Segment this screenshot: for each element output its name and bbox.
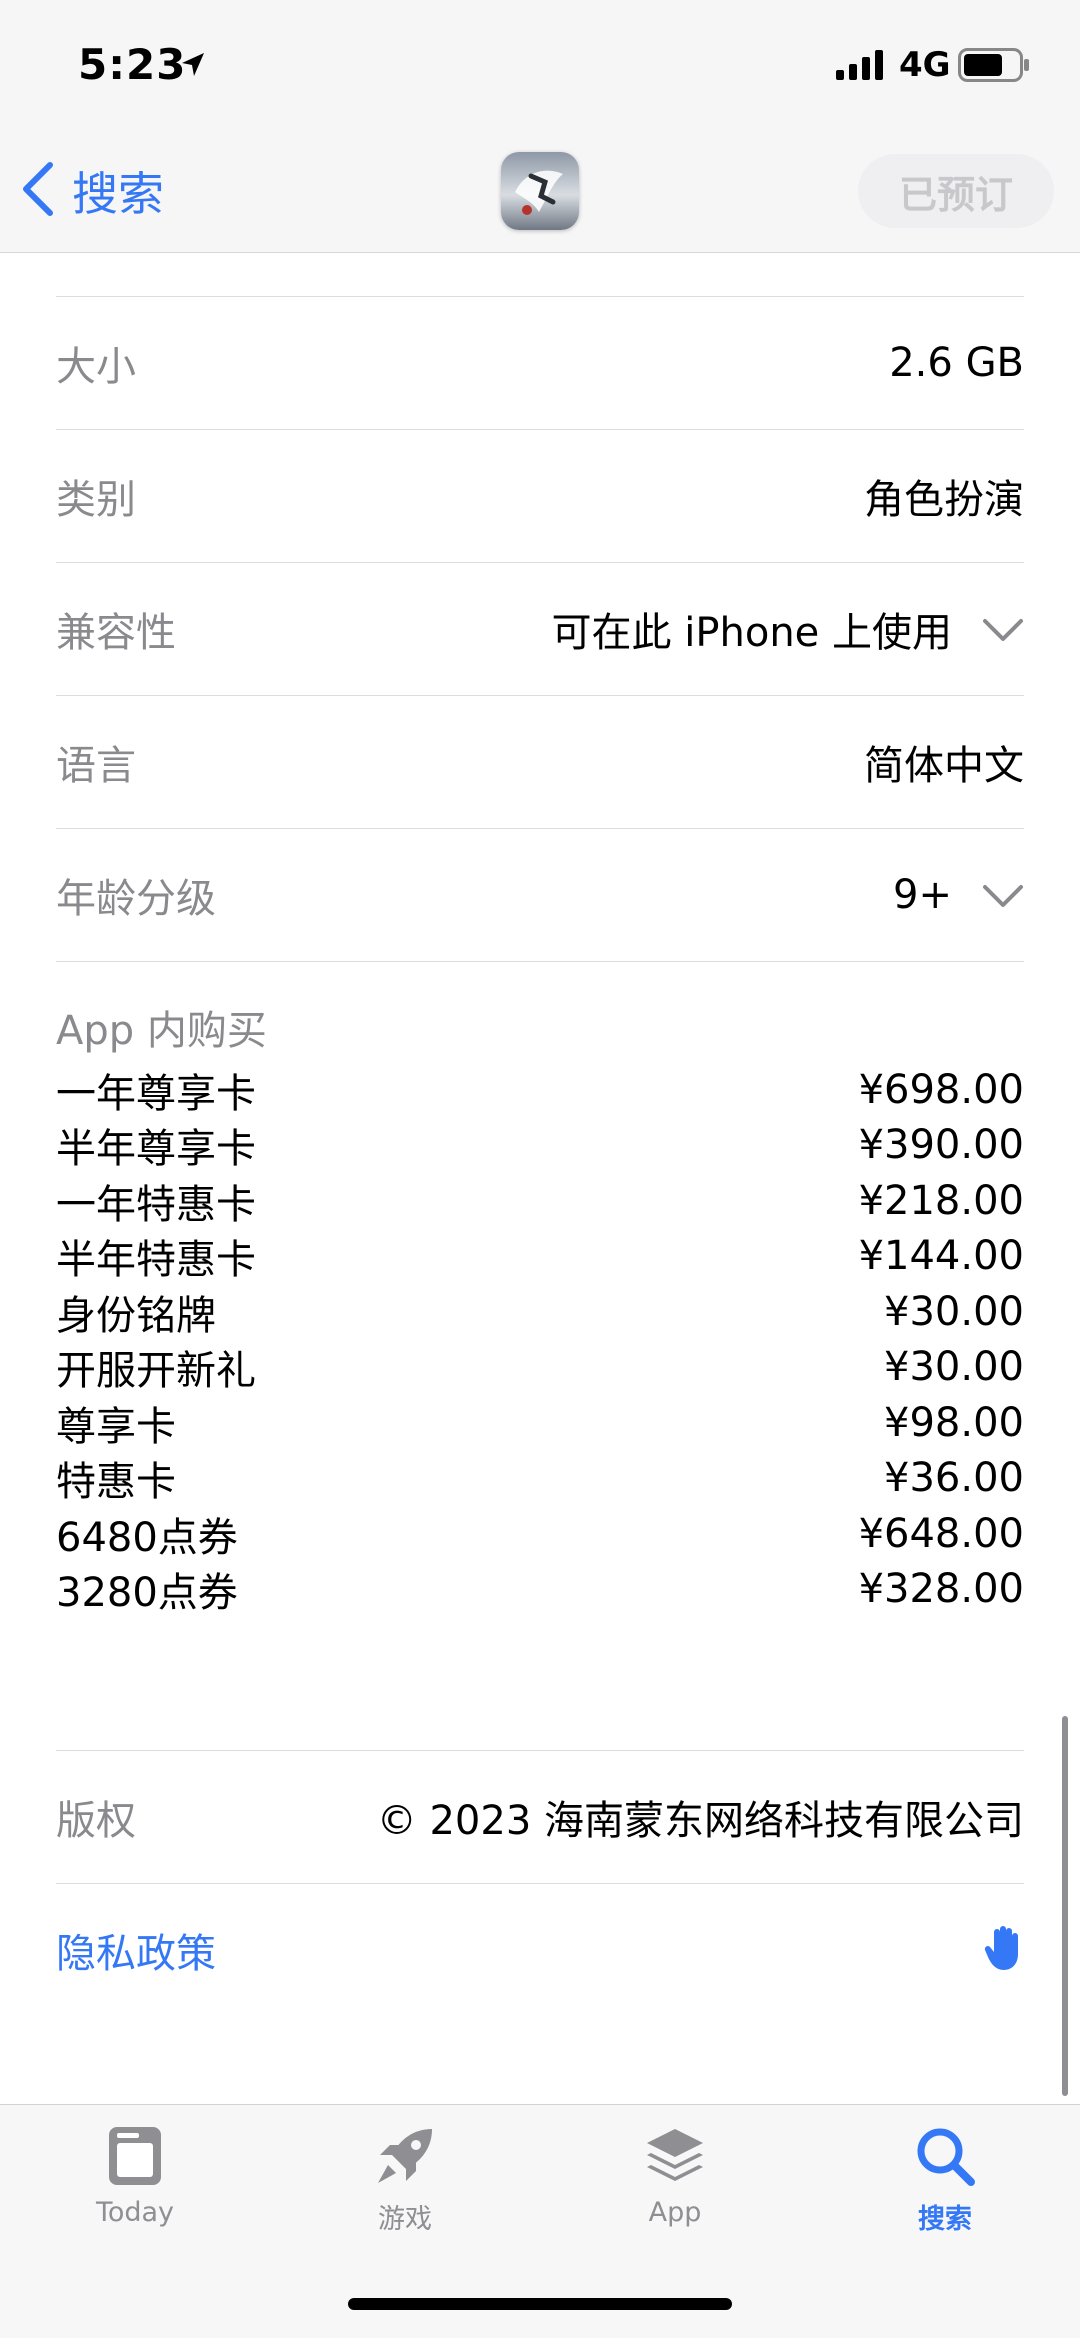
chevron-left-icon [20,161,56,221]
iap-name: 半年尊享卡 [56,1126,256,1173]
cellular-signal-icon [836,50,886,84]
info-row-category: 类别 角色扮演 [56,429,1024,562]
info-key: 类别 [56,477,136,523]
iap-price: ¥30.00 [884,1288,1024,1335]
location-arrow-icon [178,50,208,84]
battery-icon [958,48,1030,86]
info-value: © 2023 海南蒙东网络科技有限公司 [376,1798,1024,1844]
tab-label: App [648,2197,702,2228]
iap-name: 尊享卡 [56,1403,176,1450]
tab-games[interactable]: 游戏 [305,2125,505,2236]
navigation-bar: 搜索 已预订 [0,130,1080,253]
privacy-policy-label: 隐私政策 [56,1931,216,1977]
today-icon [107,2125,163,2191]
list-item: 半年特惠卡 ¥144.00 [56,1229,1024,1285]
info-row-language: 语言 简体中文 [56,695,1024,828]
list-item: 开服开新礼 ¥30.00 [56,1340,1024,1396]
info-value: 2.6 GB [889,340,1024,386]
tab-label: 游戏 [378,2204,432,2235]
back-button-label: 搜索 [72,167,164,221]
back-button[interactable]: 搜索 [20,156,164,226]
iap-price: ¥218.00 [858,1177,1024,1224]
tab-label: 搜索 [918,2204,972,2235]
iap-name: 特惠卡 [56,1459,176,1506]
chevron-down-icon[interactable] [982,606,1024,652]
info-key: 大小 [56,344,136,390]
list-item: 尊享卡 ¥98.00 [56,1395,1024,1451]
info-row-age-rating[interactable]: 年龄分级 9+ [56,828,1024,961]
info-value: 角色扮演 [864,477,1024,523]
info-key: 年龄分级 [56,876,216,922]
status-time: 5:23 [78,40,187,89]
info-row-size: 大小 2.6 GB [56,296,1024,429]
info-value: 9+ [893,872,952,918]
iap-price: ¥328.00 [858,1566,1024,1613]
hand-raised-icon [984,1924,1024,1976]
rocket-icon [374,2125,436,2191]
info-key: 版权 [56,1798,136,1844]
iap-price: ¥30.00 [884,1344,1024,1391]
iap-price: ¥98.00 [884,1399,1024,1446]
iap-name: 6480点券 [56,1514,238,1561]
info-row-copyright: 版权 © 2023 海南蒙东网络科技有限公司 [56,1750,1024,1883]
list-item: 特惠卡 ¥36.00 [56,1451,1024,1507]
tab-search[interactable]: 搜索 [845,2125,1045,2236]
info-key: 兼容性 [56,610,176,656]
divider [56,961,1024,962]
list-item: 半年尊享卡 ¥390.00 [56,1118,1024,1174]
tab-label: Today [95,2197,175,2228]
preordered-button[interactable]: 已预订 [858,154,1054,228]
list-item: 3280点券 ¥328.00 [56,1562,1024,1618]
iap-price: ¥390.00 [858,1122,1024,1169]
network-type: 4G [899,45,951,85]
iap-name: 3280点券 [56,1570,238,1617]
iap-name: 半年特惠卡 [56,1237,256,1284]
layers-icon [643,2125,707,2191]
privacy-policy-link[interactable]: 隐私政策 [56,1883,1024,2016]
list-item: 身份铭牌 ¥30.00 [56,1284,1024,1340]
scrollbar[interactable] [1062,1716,1068,2096]
tab-today[interactable]: Today [35,2125,235,2228]
iap-name: 开服开新礼 [56,1348,256,1395]
list-item: 一年尊享卡 ¥698.00 [56,1062,1024,1118]
iap-name: 一年尊享卡 [56,1070,256,1117]
info-value: 可在此 iPhone 上使用 [551,610,952,656]
app-icon[interactable] [501,152,579,230]
info-row-compatibility[interactable]: 兼容性 可在此 iPhone 上使用 [56,562,1024,695]
in-app-purchases-list: 一年尊享卡 ¥698.00 半年尊享卡 ¥390.00 一年特惠卡 ¥218.00 半… [56,1062,1024,1617]
info-value: 简体中文 [864,743,1024,789]
iap-price: ¥698.00 [858,1066,1024,1113]
status-bar: 5:23 4G [0,0,1080,130]
info-key: 语言 [56,743,136,789]
list-item: 一年特惠卡 ¥218.00 [56,1173,1024,1229]
iap-name: 身份铭牌 [56,1292,216,1339]
home-indicator [348,2298,732,2310]
iap-name: 一年特惠卡 [56,1181,256,1228]
in-app-purchases-title: App 内购买 [56,1008,267,1054]
iap-price: ¥144.00 [858,1233,1024,1280]
list-item: 6480点券 ¥648.00 [56,1506,1024,1562]
chevron-down-icon[interactable] [982,872,1024,918]
search-icon [914,2125,976,2191]
tab-apps[interactable]: App [575,2125,775,2228]
iap-price: ¥36.00 [884,1455,1024,1502]
iap-price: ¥648.00 [858,1510,1024,1557]
